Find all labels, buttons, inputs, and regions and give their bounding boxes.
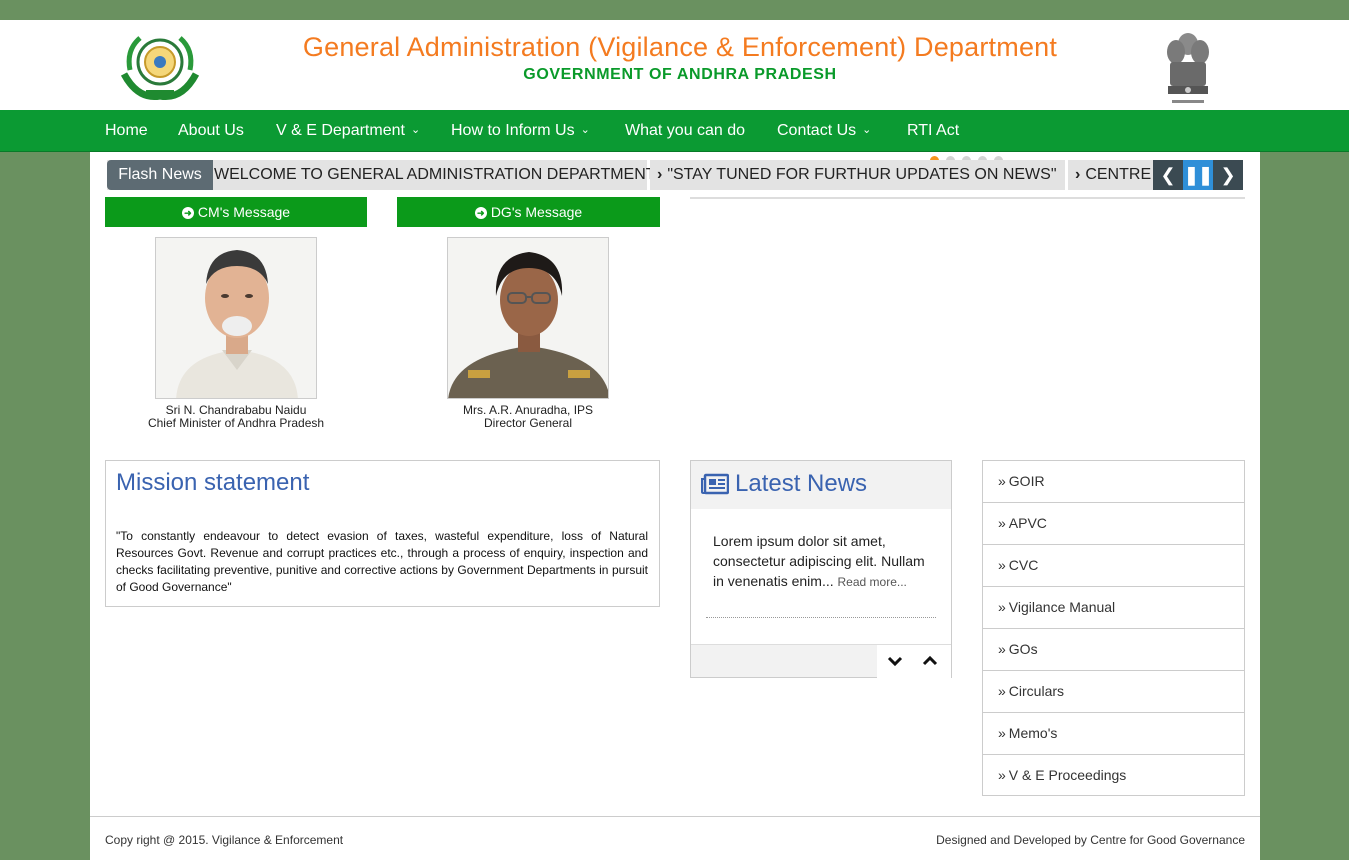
footer-divider: [90, 816, 1260, 817]
newspaper-icon: [701, 473, 730, 500]
mission-text: "To constantly endeavour to detect evasi…: [116, 529, 648, 594]
link-label: V & E Proceedings: [1008, 767, 1127, 783]
chevron-right-icon: ›: [1075, 166, 1081, 183]
chevron-up-icon: [922, 655, 938, 666]
link-cvc[interactable]: » CVC: [982, 544, 1245, 586]
link-label: GOs: [1008, 641, 1038, 657]
nav-ve-department[interactable]: V & E Department ⌄: [276, 110, 420, 152]
link-label: GOIR: [1008, 473, 1045, 489]
nav-label: Contact Us: [777, 122, 857, 139]
link-label: APVC: [1008, 515, 1047, 531]
double-chevron-right-icon: »: [998, 557, 1006, 573]
dg-message-label: DG's Message: [490, 204, 583, 220]
news-item: Lorem ipsum dolor sit amet, consectetur …: [713, 531, 928, 592]
cm-message-button[interactable]: ➜ CM's Message: [105, 197, 367, 227]
chevron-left-icon: ❮: [1160, 165, 1176, 185]
site-subtitle: GOVERNMENT OF ANDHRA PRADESH: [523, 66, 837, 83]
cm-portrait: [155, 237, 317, 399]
flash-item-text: "STAY TUNED FOR FURTHUR UPDATES ON NEWS": [667, 166, 1057, 183]
link-memos[interactable]: » Memo's: [982, 712, 1245, 754]
footer-credits: Designed and Developed by Centre for Goo…: [936, 833, 1245, 847]
news-title: Latest News: [735, 470, 868, 497]
dg-caption: Mrs. A.R. Anuradha, IPS Director General: [398, 404, 658, 430]
cm-caption: Sri N. Chandrababu Naidu Chief Minister …: [106, 404, 366, 430]
flash-item[interactable]: WELCOME TO GENERAL ADMINISTRATION DEPART…: [211, 160, 656, 190]
site-title: General Administration (Vigilance & Enfo…: [302, 32, 1058, 62]
main-navbar: Home About Us V & E Department ⌄ How to I…: [0, 110, 1349, 152]
cm-message-label: CM's Message: [197, 204, 291, 220]
chevron-right-icon: ›: [657, 166, 663, 183]
pause-icon: ❚❚: [1183, 165, 1213, 185]
nav-label: RTI Act: [907, 122, 960, 139]
link-label: Vigilance Manual: [1008, 599, 1116, 615]
footer-copyright: Copy right @ 2015. Vigilance & Enforceme…: [105, 833, 344, 847]
nav-label: Home: [105, 122, 148, 139]
double-chevron-right-icon: »: [998, 599, 1006, 615]
nav-label: V & E Department: [276, 122, 405, 139]
flash-news-ticker: WELCOME TO GENERAL ADMINISTRATION DEPART…: [107, 160, 1243, 190]
link-gos[interactable]: » GOs: [982, 628, 1245, 670]
nav-rti-act[interactable]: RTI Act: [907, 110, 959, 152]
link-apvc[interactable]: » APVC: [982, 502, 1245, 544]
dg-role: Director General: [483, 416, 573, 430]
nav-how-to-inform[interactable]: How to Inform Us ⌄: [451, 110, 590, 152]
chevron-down-icon: ⌄: [580, 124, 590, 136]
chevron-down-icon: [887, 656, 903, 667]
mission-title: Mission statement: [116, 469, 310, 496]
news-scroll-controls: [877, 645, 951, 678]
chevron-down-icon: ⌄: [862, 124, 872, 136]
double-chevron-right-icon: »: [998, 767, 1006, 783]
nav-home[interactable]: Home: [105, 110, 148, 152]
flash-pause-button[interactable]: ❚❚: [1183, 160, 1213, 190]
news-scroll-down-button[interactable]: [885, 651, 905, 671]
nav-contact-us[interactable]: Contact Us ⌄: [777, 110, 871, 152]
link-label: Memo's: [1008, 725, 1058, 741]
nav-about-us[interactable]: About Us: [178, 110, 244, 152]
latest-news-panel: Latest News Lorem ipsum dolor sit amet, …: [690, 460, 952, 678]
chevron-down-icon: ⌄: [410, 124, 421, 136]
double-chevron-right-icon: »: [998, 515, 1006, 531]
news-header: Latest News: [691, 461, 951, 509]
arrow-circle-right-icon: ➜: [474, 207, 487, 219]
double-chevron-right-icon: »: [998, 473, 1006, 489]
quick-links: » GOIR » APVC » CVC » Vigilance Manual » GOs …: [982, 460, 1245, 796]
flash-next-button[interactable]: ❯: [1213, 160, 1243, 190]
chevron-right-icon: ❯: [1220, 165, 1236, 185]
news-scroll-up-button[interactable]: [920, 651, 940, 671]
nav-what-you-can-do[interactable]: What you can do: [625, 110, 745, 152]
link-label: Circulars: [1008, 683, 1065, 699]
flash-item-text: WELCOME TO GENERAL ADMINISTRATION DEPART…: [214, 166, 656, 183]
nav-label: What you can do: [625, 122, 746, 139]
nav-label: About Us: [178, 122, 244, 139]
link-ve-proceedings[interactable]: » V & E Proceedings: [982, 754, 1245, 796]
link-vigilance-manual[interactable]: » Vigilance Manual: [982, 586, 1245, 628]
double-chevron-right-icon: »: [998, 725, 1006, 741]
flash-news-label: Flash News: [107, 160, 213, 190]
national-emblem-logo: [1162, 28, 1214, 110]
dg-portrait: [447, 237, 609, 399]
news-divider: [706, 617, 936, 618]
link-label: CVC: [1008, 557, 1039, 573]
link-goir[interactable]: » GOIR: [982, 460, 1245, 502]
link-circulars[interactable]: » Circulars: [982, 670, 1245, 712]
news-footer: [691, 644, 951, 678]
arrow-circle-right-icon: ➜: [181, 207, 194, 219]
double-chevron-right-icon: »: [998, 683, 1006, 699]
double-chevron-right-icon: »: [998, 641, 1006, 657]
flash-prev-button[interactable]: ❮: [1153, 160, 1183, 190]
mission-panel: Mission statement "To constantly endeavo…: [105, 460, 660, 607]
dg-message-button[interactable]: ➜ DG's Message: [397, 197, 660, 227]
content-divider: [690, 197, 1245, 199]
state-emblem-logo[interactable]: [118, 30, 202, 102]
cm-role: Chief Minister of Andhra Pradesh: [147, 416, 325, 430]
news-read-more-link[interactable]: Read more...: [838, 575, 907, 589]
nav-label: How to Inform Us: [451, 122, 575, 139]
flash-item[interactable]: › "STAY TUNED FOR FURTHUR UPDATES ON NEWS…: [650, 160, 1068, 190]
